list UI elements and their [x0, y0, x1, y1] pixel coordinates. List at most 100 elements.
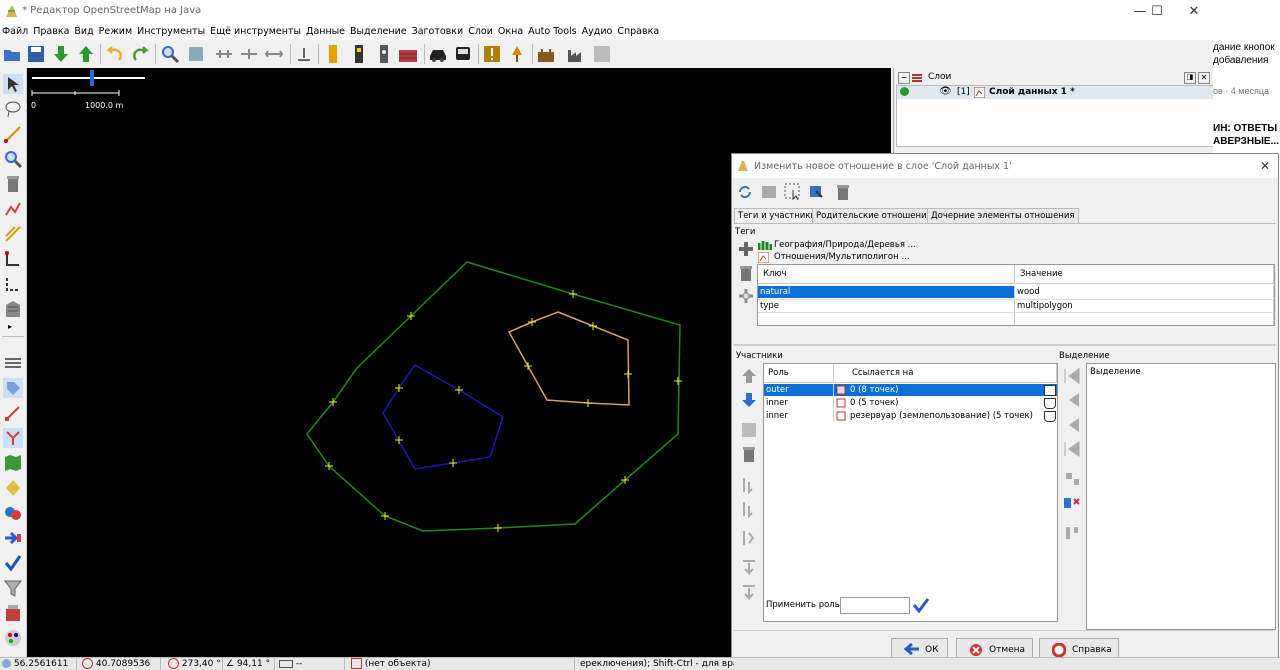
tag-row[interactable]: type multipolygon [758, 299, 1274, 312]
map-paint-icon[interactable] [3, 453, 23, 473]
reverse-way-icon[interactable] [264, 44, 284, 64]
preset-link-2[interactable]: Отношения/Мультиполигон ... [774, 252, 910, 262]
tag-key[interactable]: natural [758, 286, 1015, 298]
inner-polygon-tan[interactable] [507, 311, 630, 406]
add-to-end-icon[interactable] [1063, 440, 1081, 458]
refresh-icon[interactable] [736, 183, 754, 201]
bollard-icon[interactable] [374, 44, 394, 64]
menu-item[interactable]: Auto Tools [526, 24, 578, 40]
preset-link-1[interactable]: География/Природа/Деревья ... [774, 240, 916, 250]
warning-sign-icon[interactable] [482, 44, 502, 64]
outer-polygon[interactable] [306, 261, 681, 532]
menu-item[interactable]: Вид [72, 24, 95, 40]
select-relation-icon[interactable] [784, 183, 802, 201]
filter-icon[interactable] [3, 578, 23, 598]
layers-panel-icon[interactable] [3, 353, 23, 373]
delete-relation-icon[interactable] [834, 183, 852, 201]
wall-icon[interactable] [398, 44, 418, 64]
commands-icon[interactable] [3, 528, 23, 548]
add-tag-icon[interactable] [737, 240, 755, 258]
dialog-close-button[interactable]: ✕ [1260, 159, 1270, 173]
draw-tool-icon[interactable] [3, 124, 23, 144]
member-role[interactable]: outer [764, 384, 834, 396]
sort-selection-icon[interactable] [1063, 524, 1081, 542]
selection-header[interactable]: Выделение [1090, 366, 1141, 378]
tree-icon[interactable] [507, 44, 527, 64]
menu-item[interactable]: Данные [304, 24, 347, 40]
conflict-icon[interactable] [3, 478, 23, 498]
history-icon[interactable] [3, 503, 23, 523]
tag-value[interactable]: wood [1015, 286, 1274, 298]
member-ref[interactable]: 0 (8 точек) [848, 384, 1043, 396]
add-before-icon[interactable] [1063, 391, 1081, 409]
split-divider[interactable] [734, 344, 1276, 346]
member-row[interactable]: outer 0 (8 точек) [764, 384, 1057, 396]
undo-icon[interactable] [104, 44, 124, 64]
menu-item[interactable]: Выделение [348, 24, 409, 40]
split-way-icon[interactable] [214, 44, 234, 64]
disabled-tool-icon[interactable] [592, 44, 612, 64]
upload-icon[interactable] [76, 44, 96, 64]
member-role[interactable]: inner [764, 397, 834, 409]
select-members-icon[interactable] [1063, 470, 1081, 488]
select-tool-icon[interactable] [3, 74, 23, 94]
more-tools-arrow[interactable]: ▸ [8, 322, 12, 331]
zoom-tool-icon[interactable] [3, 149, 23, 169]
traffic-light-icon[interactable] [323, 44, 343, 64]
detach-panel-button[interactable]: ◨ [1184, 72, 1196, 84]
zoom-data-icon[interactable] [186, 44, 206, 64]
factory-icon[interactable] [566, 44, 586, 64]
tags-panel-icon[interactable] [3, 378, 23, 398]
bus-icon[interactable] [453, 44, 473, 64]
sort-members-icon[interactable] [740, 476, 758, 494]
validation-icon[interactable] [3, 553, 23, 573]
apply-role-icon[interactable] [912, 597, 930, 613]
tags-value-header[interactable]: Значение [1015, 265, 1274, 283]
move-up-icon[interactable] [740, 367, 758, 385]
reverse-members-icon[interactable] [740, 529, 758, 547]
menu-item[interactable]: Файл [0, 24, 30, 40]
menu-item[interactable]: Заготовки [410, 24, 466, 40]
maximize-button[interactable]: ☐ [1142, 3, 1172, 21]
menu-item[interactable]: Справка [615, 24, 661, 40]
notes-icon[interactable] [3, 603, 23, 623]
delete-tool-icon[interactable] [3, 174, 23, 194]
align-icon[interactable] [294, 44, 314, 64]
member-ref[interactable]: 0 (5 точек) [848, 397, 1043, 409]
visibility-eye-icon[interactable]: 👁 [939, 86, 952, 97]
duplicate-relation-icon[interactable] [808, 183, 826, 201]
members-role-header[interactable]: Роль [764, 364, 834, 382]
remove-selected-icon[interactable] [1063, 495, 1081, 513]
role-input[interactable] [840, 597, 910, 614]
menu-item[interactable]: Ещё инструменты [208, 24, 303, 40]
tab-parent-relations[interactable]: Родительские отношения [812, 208, 936, 223]
tag-key[interactable]: type [758, 300, 1015, 312]
menu-item[interactable]: Режим [97, 24, 134, 40]
collapse-panel-button[interactable]: − [898, 72, 910, 84]
improve-way-icon[interactable] [3, 199, 23, 219]
zoom-icon[interactable] [160, 44, 180, 64]
tags-key-header[interactable]: Ключ [758, 265, 1015, 283]
edit-member-icon[interactable] [740, 421, 758, 439]
lasso-tool-icon[interactable] [3, 99, 23, 119]
tag-key-empty[interactable] [758, 313, 1015, 325]
tag-row[interactable]: natural wood [758, 286, 1274, 298]
tag-row-empty[interactable] [758, 312, 1274, 325]
member-row[interactable]: inner 0 (5 точек) [764, 397, 1057, 409]
menu-item[interactable]: Слои [466, 24, 495, 40]
add-after-icon[interactable] [1063, 416, 1081, 434]
color-palette-icon[interactable] [3, 628, 23, 648]
extrude-tool-icon[interactable] [3, 249, 23, 269]
apply-disabled-icon[interactable] [760, 183, 778, 201]
save-icon[interactable] [26, 44, 46, 64]
tab-tags-members[interactable]: Теги и участники [734, 208, 820, 223]
member-row[interactable]: inner резервуар (землепользование) (5 то… [764, 410, 1057, 422]
combine-way-icon[interactable] [239, 44, 259, 64]
remove-member-icon[interactable] [740, 445, 758, 463]
follow-line-icon[interactable] [3, 274, 23, 294]
menu-item[interactable]: Инструменты [135, 24, 207, 40]
add-to-start-icon[interactable] [1063, 367, 1081, 385]
menu-item[interactable]: Аудио [580, 24, 615, 40]
parallel-tool-icon[interactable] [3, 224, 23, 244]
tag-value-empty[interactable] [1015, 313, 1274, 325]
